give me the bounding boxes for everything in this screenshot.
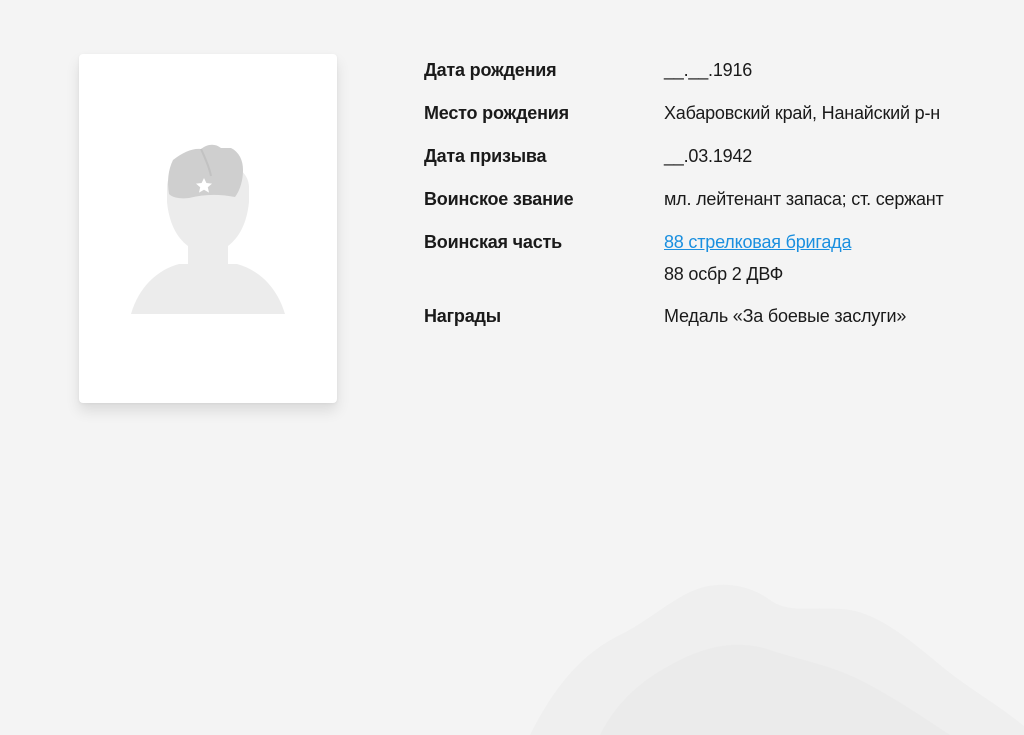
awards-label: Награды <box>424 306 501 326</box>
birth-date-value: __.__.1916 <box>664 60 753 80</box>
soldier-silhouette-icon <box>131 144 285 314</box>
info-row-awards: Награды Медаль «За боевые заслуги» <box>424 304 1004 329</box>
rank-label: Воинское звание <box>424 189 574 209</box>
rank-value: мл. лейтенант запаса; ст. сержант <box>664 189 944 209</box>
birth-date-label: Дата рождения <box>424 60 557 80</box>
birth-place-label: Место рождения <box>424 103 569 123</box>
info-row-rank: Воинское звание мл. лейтенант запаса; ст… <box>424 187 1004 212</box>
draft-date-value: __.03.1942 <box>664 146 753 166</box>
unit-link[interactable]: 88 стрелковая бригада <box>664 230 1004 255</box>
info-row-birth-place: Место рождения Хабаровский край, Нанайск… <box>424 101 1004 126</box>
photo-card <box>79 54 337 403</box>
draft-date-label: Дата призыва <box>424 146 547 166</box>
info-row-birth-date: Дата рождения __.__.1916 <box>424 58 1004 83</box>
person-info-list: Дата рождения __.__.1916 Место рождения … <box>424 58 1004 347</box>
birth-place-value: Хабаровский край, Нанайский р-н <box>664 103 940 123</box>
unit-short-name: 88 осбр 2 ДВФ <box>664 264 784 284</box>
awards-value: Медаль «За боевые заслуги» <box>664 306 907 326</box>
unit-value: 88 стрелковая бригада 88 осбр 2 ДВФ <box>664 230 1004 287</box>
unit-label: Воинская часть <box>424 232 563 252</box>
background-watermark <box>530 584 1024 735</box>
info-row-draft-date: Дата призыва __.03.1942 <box>424 144 1004 169</box>
info-row-unit: Воинская часть 88 стрелковая бригада 88 … <box>424 230 1004 287</box>
